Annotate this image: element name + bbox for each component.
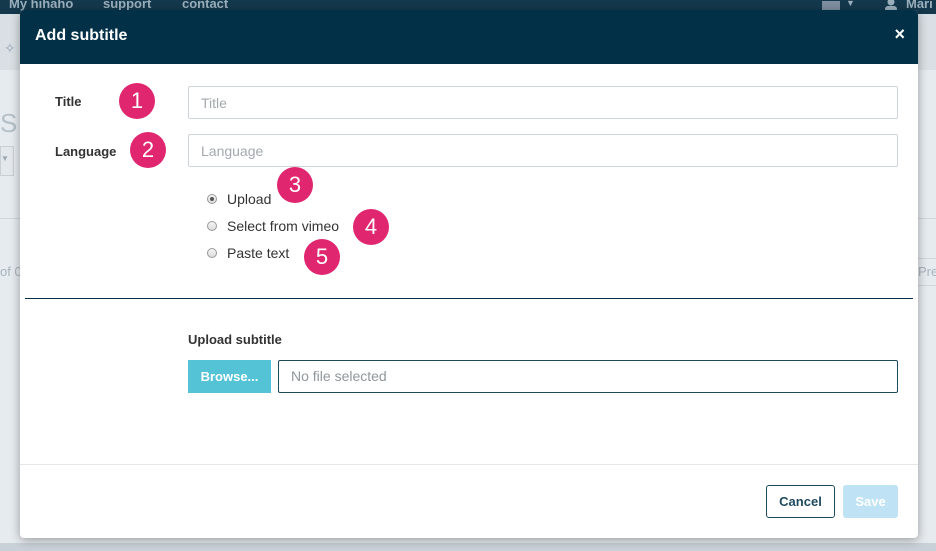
- title-input[interactable]: [188, 86, 898, 119]
- flag-icon[interactable]: [822, 1, 840, 10]
- modal-title: Add subtitle: [35, 27, 128, 44]
- radio-vimeo-label[interactable]: Select from vimeo: [227, 218, 339, 234]
- add-subtitle-modal: Add subtitle × Title Language Upload Sel…: [20, 10, 918, 538]
- upload-subtitle-label: Upload subtitle: [188, 332, 282, 347]
- close-icon[interactable]: ×: [894, 24, 905, 44]
- annotation-badge-3: 3: [277, 167, 313, 203]
- footer-divider: [20, 464, 918, 465]
- save-button[interactable]: Save: [843, 485, 898, 518]
- section-divider: [25, 298, 913, 299]
- modal-header: Add subtitle ×: [20, 10, 918, 64]
- radio-button[interactable]: [207, 248, 217, 258]
- background-pagination-info: of 0: [0, 264, 22, 279]
- language-label: Language: [55, 144, 117, 159]
- chevron-down-icon: ▼: [846, 0, 855, 8]
- radio-upload-label[interactable]: Upload: [227, 191, 271, 207]
- radio-upload[interactable]: Upload: [207, 190, 271, 208]
- chevron-down-icon: ▼: [1, 154, 9, 163]
- annotation-badge-2: 2: [130, 132, 166, 168]
- file-name-field[interactable]: No file selected: [278, 360, 898, 393]
- radio-button[interactable]: [207, 221, 217, 231]
- annotation-badge-5: 5: [304, 239, 340, 275]
- annotation-badge-1: 1: [119, 83, 155, 119]
- radio-paste-label[interactable]: Paste text: [227, 245, 289, 261]
- background-page-initial: S: [0, 108, 18, 138]
- cancel-button[interactable]: Cancel: [766, 485, 835, 518]
- browse-button[interactable]: Browse...: [188, 360, 271, 393]
- annotation-badge-4: 4: [353, 209, 389, 245]
- language-input[interactable]: [188, 134, 898, 167]
- background-bottom: [0, 543, 936, 551]
- title-label: Title: [55, 94, 82, 109]
- radio-button[interactable]: [207, 194, 217, 204]
- radio-paste-text[interactable]: Paste text: [207, 244, 289, 262]
- background-prev-label: Pre: [918, 264, 936, 279]
- wand-icon: ✧: [4, 40, 16, 56]
- radio-select-from-vimeo[interactable]: Select from vimeo: [207, 217, 339, 235]
